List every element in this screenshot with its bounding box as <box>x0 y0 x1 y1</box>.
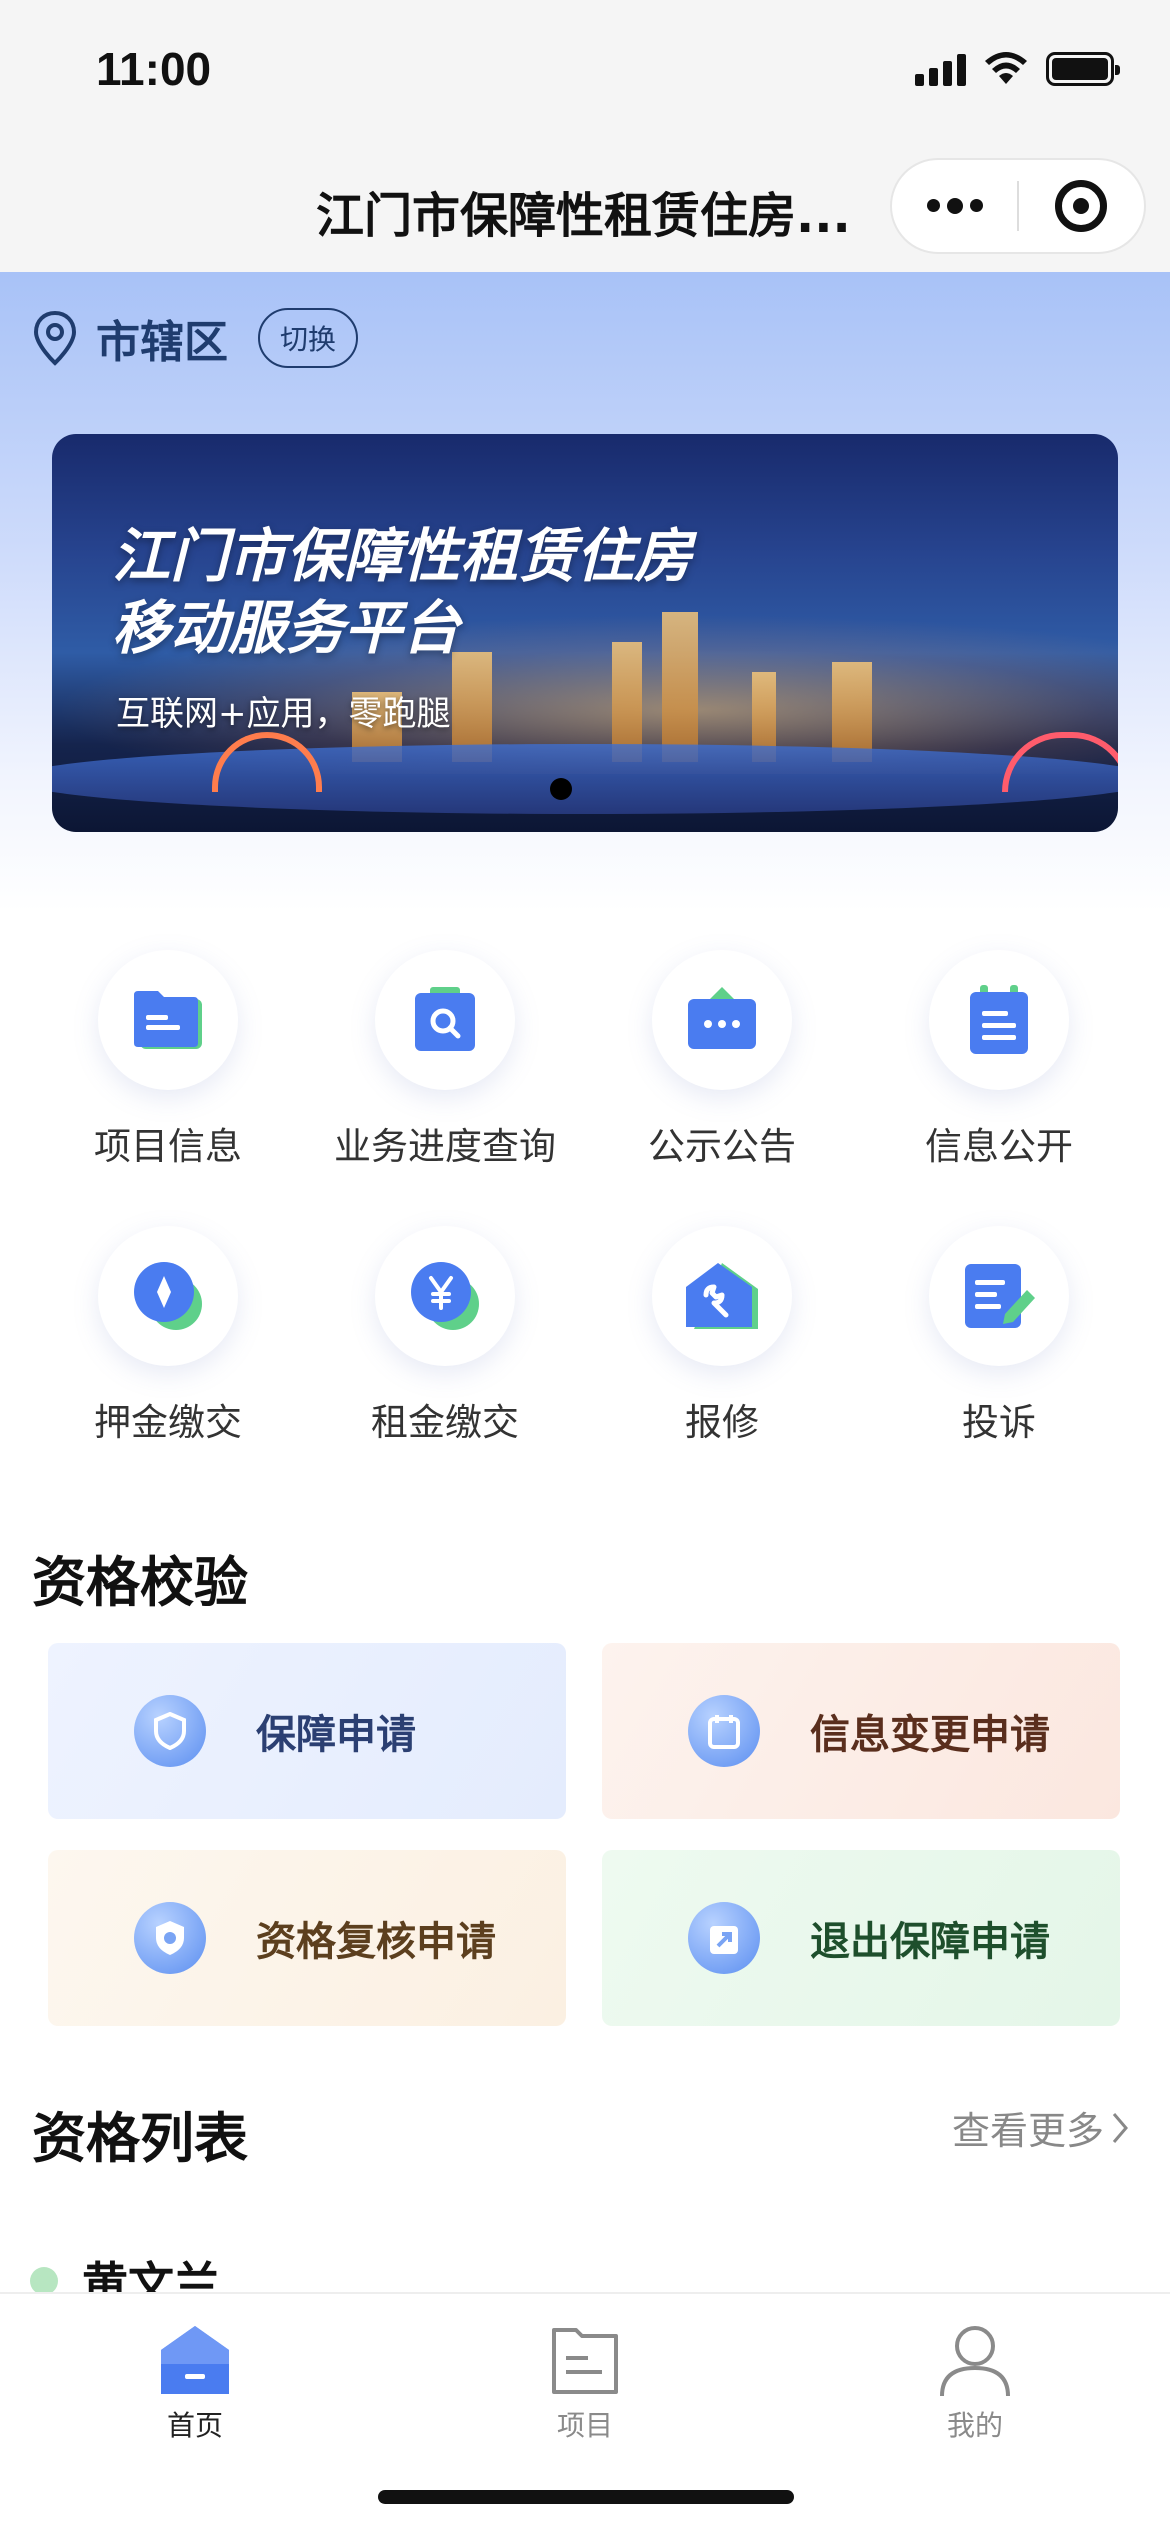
switch-city-button[interactable]: 切换 <box>258 308 359 368</box>
card-review-application[interactable]: 资格复核申请 <box>48 1850 566 2026</box>
cellular-signal-icon <box>915 52 966 86</box>
banner-carousel[interactable]: 江门市保障性租赁住房 移动服务平台 互联网+应用，零跑腿 <box>52 434 1118 832</box>
card-label: 资格复核申请 <box>256 1919 496 1965</box>
search-doc-icon <box>415 987 475 1051</box>
grid-icon-circle <box>929 950 1069 1090</box>
edit-icon <box>965 1264 1035 1328</box>
list-title: 资格列表 <box>32 2107 248 2170</box>
close-target-icon[interactable] <box>1019 180 1144 232</box>
status-icons <box>915 52 1120 86</box>
user-icon <box>875 2308 1075 2398</box>
calendar-icon <box>688 1695 760 1767</box>
grid-item-progress-query[interactable]: 业务进度查询 <box>305 950 585 1170</box>
page-title: 江门市保障性租赁住房... <box>316 188 851 244</box>
grid-label: 项目信息 <box>94 1125 242 1168</box>
yen-icon <box>411 1262 479 1330</box>
grid-icon-circle <box>929 1226 1069 1366</box>
battery-icon <box>1046 52 1120 86</box>
home-indicator[interactable] <box>378 2490 794 2504</box>
grid-icon-circle <box>98 950 238 1090</box>
grid-icon-circle <box>652 950 792 1090</box>
shield-check-icon <box>134 1902 206 1974</box>
exit-icon <box>688 1902 760 1974</box>
location-pin-icon <box>33 310 77 366</box>
tab-home[interactable]: 首页 <box>95 2294 295 2444</box>
home-icon <box>95 2308 295 2398</box>
grid-label: 信息公开 <box>925 1125 1073 1168</box>
grid-label: 押金缴交 <box>94 1401 242 1444</box>
card-label: 信息变更申请 <box>810 1712 1050 1758</box>
banner-title: 江门市保障性租赁住房 移动服务平台 <box>112 520 692 664</box>
tab-projects[interactable]: 项目 <box>485 2294 685 2444</box>
card-exit-application[interactable]: 退出保障申请 <box>602 1850 1120 2026</box>
grid-icon-circle <box>652 1226 792 1366</box>
grid-icon-circle <box>375 1226 515 1366</box>
shield-icon <box>134 1695 206 1767</box>
view-more-label: 查看更多 <box>951 2109 1104 2153</box>
grid-item-repair[interactable]: 报修 <box>582 1226 862 1446</box>
wrench-icon <box>686 1263 758 1329</box>
grid-item-info-disclosure[interactable]: 信息公开 <box>859 950 1139 1170</box>
grid-label: 租金缴交 <box>371 1401 519 1444</box>
tab-label: 我的 <box>946 2409 1003 2442</box>
location-row: 市辖区 切换 <box>32 306 359 370</box>
grid-item-project-info[interactable]: 项目信息 <box>28 950 308 1170</box>
document-icon <box>485 2308 685 2398</box>
tab-label: 首页 <box>166 2409 223 2442</box>
tab-profile[interactable]: 我的 <box>875 2294 1075 2444</box>
banner-title-line1: 江门市保障性租赁住房 <box>112 522 693 590</box>
mini-program-capsule <box>890 158 1146 254</box>
carousel-indicator[interactable] <box>550 778 572 800</box>
grid-icon-circle <box>98 1226 238 1366</box>
view-more-link[interactable]: 查看更多 <box>952 2100 1130 2155</box>
banner-title-line2: 移动服务平台 <box>112 594 461 662</box>
grid-label: 公示公告 <box>648 1125 796 1168</box>
status-dot <box>30 2267 58 2295</box>
grid-item-deposit-payment[interactable]: 押金缴交 <box>28 1226 308 1446</box>
deposit-icon <box>134 1262 202 1330</box>
status-time: 11:00 <box>96 43 212 95</box>
wifi-icon <box>985 52 1027 84</box>
card-label: 保障申请 <box>256 1712 416 1758</box>
grid-item-rent-payment[interactable]: 租金缴交 <box>305 1226 585 1446</box>
grid-label: 投诉 <box>962 1401 1036 1444</box>
grid-label: 报修 <box>685 1401 759 1444</box>
current-city: 市辖区 <box>96 317 228 368</box>
chevron-right-icon <box>1112 2112 1128 2143</box>
qualification-title: 资格校验 <box>32 1551 248 1614</box>
folder-icon <box>134 991 202 1049</box>
more-icon[interactable] <box>892 197 1017 214</box>
grid-label: 业务进度查询 <box>334 1125 556 1168</box>
tab-label: 项目 <box>556 2409 613 2442</box>
grid-icon-circle <box>375 950 515 1090</box>
banner-subtitle: 互联网+应用，零跑腿 <box>116 694 451 734</box>
grid-item-complaint[interactable]: 投诉 <box>859 1226 1139 1446</box>
card-guarantee-application[interactable]: 保障申请 <box>48 1643 566 1819</box>
grid-item-announcements[interactable]: 公示公告 <box>582 950 862 1170</box>
top-bar: 11:00 江门市保障性租赁住房... <box>0 0 1170 272</box>
announcement-icon <box>688 987 756 1049</box>
clipboard-icon <box>970 985 1028 1054</box>
card-label: 退出保障申请 <box>810 1919 1050 1965</box>
card-info-change-application[interactable]: 信息变更申请 <box>602 1643 1120 1819</box>
